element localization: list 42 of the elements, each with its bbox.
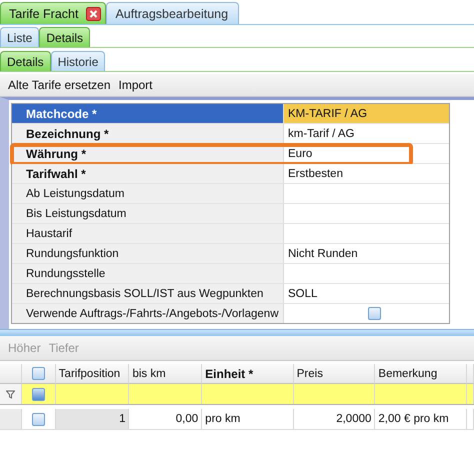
property-value-text: km-Tarif / AG bbox=[288, 128, 354, 140]
table-cell: 1 bbox=[56, 409, 130, 429]
property-label: Rundungsstelle bbox=[12, 264, 284, 283]
property-label: Berechnungsbasis SOLL/IST aus Wegpunkten bbox=[12, 284, 284, 303]
property-label: Verwende Auftrags-/Fahrts-/Angebots-/Vorlagenw bbox=[12, 304, 284, 323]
document-tab[interactable]: Auftragsbearbeitung bbox=[106, 2, 240, 24]
row-header[interactable] bbox=[0, 409, 22, 429]
toolbar-button[interactable]: Import bbox=[116, 78, 155, 92]
view-tab[interactable]: Details bbox=[39, 27, 90, 47]
table-cell: 2,0000 bbox=[294, 409, 376, 429]
property-value-text: Nicht Runden bbox=[288, 248, 358, 260]
table-cell: 2,00 € pro km bbox=[375, 409, 467, 429]
property-label: Bis Leistungsdatum bbox=[12, 204, 284, 223]
property-label: Tarifwahl * bbox=[12, 164, 284, 183]
table-cell: pro km bbox=[202, 409, 294, 429]
property-value-text: KM-TARIF / AG bbox=[288, 108, 368, 120]
property-value-text: Euro bbox=[288, 148, 312, 160]
column-header[interactable]: Einheit * bbox=[202, 364, 294, 384]
detail-tab[interactable]: Details bbox=[0, 51, 51, 71]
property-value-text: SOLL bbox=[288, 288, 318, 300]
checkbox[interactable] bbox=[32, 412, 45, 426]
property-label: Matchcode * bbox=[12, 104, 284, 123]
column-header[interactable]: Bemerkung bbox=[375, 364, 467, 384]
view-tab[interactable]: Liste bbox=[0, 27, 40, 47]
filter-icon[interactable] bbox=[6, 390, 15, 398]
property-label: Rundungsfunktion bbox=[12, 244, 284, 263]
property-label: Haustarif bbox=[12, 224, 284, 243]
property-label: Bezeichnung * bbox=[12, 124, 284, 143]
property-label: Ab Leistungsdatum bbox=[12, 184, 284, 203]
close-icon[interactable] bbox=[86, 6, 102, 20]
document-tab[interactable]: Tarife Fracht bbox=[0, 2, 106, 24]
toolbar-button[interactable]: Alte Tarife ersetzen bbox=[6, 78, 112, 92]
property-value[interactable]: KM-TARIF / AG bbox=[284, 104, 449, 123]
column-header[interactable]: bis km bbox=[129, 364, 202, 384]
detail-tab[interactable]: Historie bbox=[50, 51, 106, 71]
checkbox[interactable] bbox=[32, 388, 45, 400]
column-header[interactable]: Tarifposition bbox=[56, 364, 130, 384]
column-header[interactable]: Preis bbox=[294, 364, 376, 384]
checkbox[interactable] bbox=[368, 307, 381, 320]
property-value-text: Erstbesten bbox=[288, 168, 343, 180]
table-cell: 0,00 bbox=[129, 409, 202, 429]
checkbox[interactable] bbox=[32, 367, 45, 380]
